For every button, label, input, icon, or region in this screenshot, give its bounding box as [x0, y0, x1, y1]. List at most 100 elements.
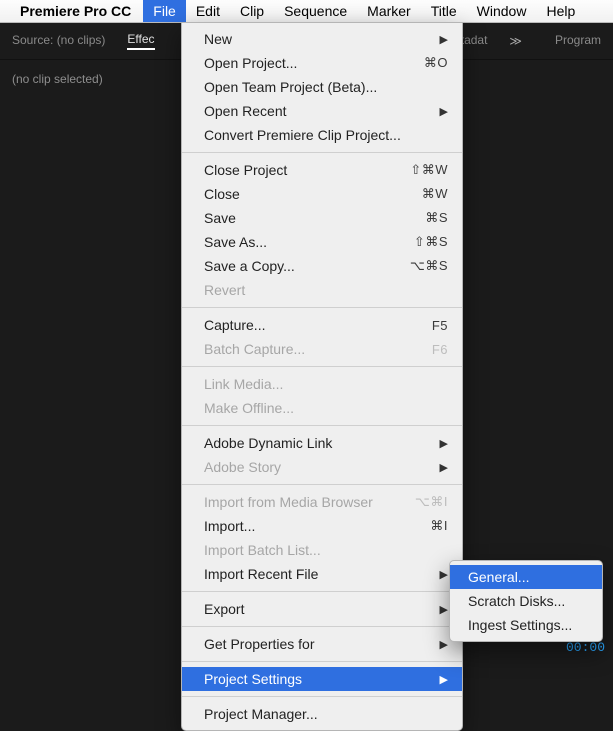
menubar-item-title[interactable]: Title — [421, 0, 467, 22]
submenu-arrow-icon: ▶ — [440, 673, 448, 686]
system-menubar: Premiere Pro CC FileEditClipSequenceMark… — [0, 0, 613, 23]
menu-item-label: Project Manager... — [204, 706, 448, 722]
menu-separator — [182, 307, 462, 308]
menu-item-label: Open Team Project (Beta)... — [204, 79, 448, 95]
submenu-item-scratch-disks[interactable]: Scratch Disks... — [450, 589, 602, 613]
menu-item-label: Open Recent — [204, 103, 434, 119]
menu-item-label: Save As... — [204, 234, 414, 250]
menu-item-label: Import... — [204, 518, 430, 534]
menu-item-label: Export — [204, 601, 434, 617]
menu-item-label: Import from Media Browser — [204, 494, 415, 510]
menu-item-shortcut: ⇧⌘W — [410, 162, 448, 178]
overflow-chevron-icon[interactable]: ≫ — [509, 34, 519, 48]
submenu-arrow-icon: ▶ — [440, 33, 448, 46]
tab-effect[interactable]: Effec — [127, 32, 154, 50]
menu-item-revert: Revert — [182, 278, 462, 302]
menu-item-label: Capture... — [204, 317, 432, 333]
menu-item-import-batch-list: Import Batch List... — [182, 538, 462, 562]
submenu-item-general[interactable]: General... — [450, 565, 602, 589]
menu-item-label: Convert Premiere Clip Project... — [204, 127, 448, 143]
menu-item-shortcut: ⌘O — [424, 55, 448, 71]
menubar-item-marker[interactable]: Marker — [357, 0, 421, 22]
menu-item-save[interactable]: Save⌘S — [182, 206, 462, 230]
menu-item-label: Open Project... — [204, 55, 424, 71]
menu-item-label: Adobe Story — [204, 459, 434, 475]
menu-item-shortcut: ⌘S — [425, 210, 448, 226]
menubar-item-sequence[interactable]: Sequence — [274, 0, 357, 22]
menu-separator — [182, 484, 462, 485]
menu-item-project-manager[interactable]: Project Manager... — [182, 702, 462, 726]
menu-item-open-recent[interactable]: Open Recent ▶ — [182, 99, 462, 123]
menu-separator — [182, 152, 462, 153]
menu-item-label: Save — [204, 210, 425, 226]
menu-item-adobe-dynamic-link[interactable]: Adobe Dynamic Link ▶ — [182, 431, 462, 455]
menubar-item-clip[interactable]: Clip — [230, 0, 274, 22]
submenu-item-label: Ingest Settings... — [468, 617, 588, 633]
menu-item-import[interactable]: Import...⌘I — [182, 514, 462, 538]
submenu-item-label: Scratch Disks... — [468, 593, 588, 609]
menu-separator — [182, 661, 462, 662]
app-name[interactable]: Premiere Pro CC — [20, 3, 131, 19]
menu-item-close-project[interactable]: Close Project⇧⌘W — [182, 158, 462, 182]
submenu-item-label: General... — [468, 569, 588, 585]
menu-item-label: Close Project — [204, 162, 410, 178]
menu-item-shortcut: F6 — [432, 342, 448, 357]
menu-item-save-a-copy[interactable]: Save a Copy...⌥⌘S — [182, 254, 462, 278]
submenu-arrow-icon: ▶ — [440, 437, 448, 450]
menu-separator — [182, 626, 462, 627]
menu-item-shortcut: ⇧⌘S — [414, 234, 448, 250]
timecode-display[interactable]: 00:00 — [566, 640, 605, 655]
menu-item-convert-premiere-clip-project[interactable]: Convert Premiere Clip Project... — [182, 123, 462, 147]
menubar-item-edit[interactable]: Edit — [186, 0, 230, 22]
menu-item-label: Link Media... — [204, 376, 448, 392]
menu-item-link-media: Link Media... — [182, 372, 462, 396]
menu-item-shortcut: ⌘W — [422, 186, 448, 202]
menu-item-close[interactable]: Close⌘W — [182, 182, 462, 206]
menu-separator — [182, 425, 462, 426]
menu-item-label: Get Properties for — [204, 636, 434, 652]
submenu-arrow-icon: ▶ — [440, 461, 448, 474]
menu-item-open-project[interactable]: Open Project...⌘O — [182, 51, 462, 75]
menu-separator — [182, 696, 462, 697]
menu-item-import-from-media-browser: Import from Media Browser⌥⌘I — [182, 490, 462, 514]
submenu-item-ingest-settings[interactable]: Ingest Settings... — [450, 613, 602, 637]
tab-program[interactable]: Program — [555, 33, 601, 49]
menu-item-shortcut: ⌘I — [430, 518, 448, 534]
menu-item-make-offline: Make Offline... — [182, 396, 462, 420]
menubar-item-file[interactable]: File — [143, 0, 186, 22]
menu-separator — [182, 591, 462, 592]
menu-item-project-settings[interactable]: Project Settings ▶ — [182, 667, 462, 691]
menu-item-label: Close — [204, 186, 422, 202]
menu-item-capture[interactable]: Capture...F5 — [182, 313, 462, 337]
menu-item-shortcut: ⌥⌘I — [415, 494, 448, 510]
menu-item-shortcut: F5 — [432, 318, 448, 333]
menu-separator — [182, 366, 462, 367]
submenu-arrow-icon: ▶ — [440, 603, 448, 616]
menu-item-new[interactable]: New ▶ — [182, 27, 462, 51]
menu-item-label: Batch Capture... — [204, 341, 432, 357]
menu-item-label: Import Recent File — [204, 566, 434, 582]
menu-item-open-team-project-beta[interactable]: Open Team Project (Beta)... — [182, 75, 462, 99]
no-clip-selected-label: (no clip selected) — [12, 72, 103, 86]
menu-item-label: New — [204, 31, 434, 47]
tab-source[interactable]: Source: (no clips) — [12, 33, 105, 49]
menu-item-label: Save a Copy... — [204, 258, 410, 274]
menu-item-save-as[interactable]: Save As...⇧⌘S — [182, 230, 462, 254]
menu-item-export[interactable]: Export ▶ — [182, 597, 462, 621]
submenu-arrow-icon: ▶ — [440, 638, 448, 651]
file-menu-dropdown: New ▶ Open Project...⌘O Open Team Project (… — [181, 22, 463, 731]
menu-item-batch-capture: Batch Capture...F6 — [182, 337, 462, 361]
menubar-item-window[interactable]: Window — [467, 0, 537, 22]
menu-item-shortcut: ⌥⌘S — [410, 258, 448, 274]
menu-item-label: Import Batch List... — [204, 542, 448, 558]
menu-item-adobe-story: Adobe Story ▶ — [182, 455, 462, 479]
submenu-arrow-icon: ▶ — [440, 105, 448, 118]
menu-item-label: Make Offline... — [204, 400, 448, 416]
menu-item-label: Project Settings — [204, 671, 434, 687]
menu-item-import-recent-file[interactable]: Import Recent File ▶ — [182, 562, 462, 586]
menu-item-label: Adobe Dynamic Link — [204, 435, 434, 451]
project-settings-submenu: General... Scratch Disks... Ingest Setting… — [449, 560, 603, 642]
menubar-item-help[interactable]: Help — [536, 0, 585, 22]
submenu-arrow-icon: ▶ — [440, 568, 448, 581]
menu-item-get-properties-for[interactable]: Get Properties for ▶ — [182, 632, 462, 656]
